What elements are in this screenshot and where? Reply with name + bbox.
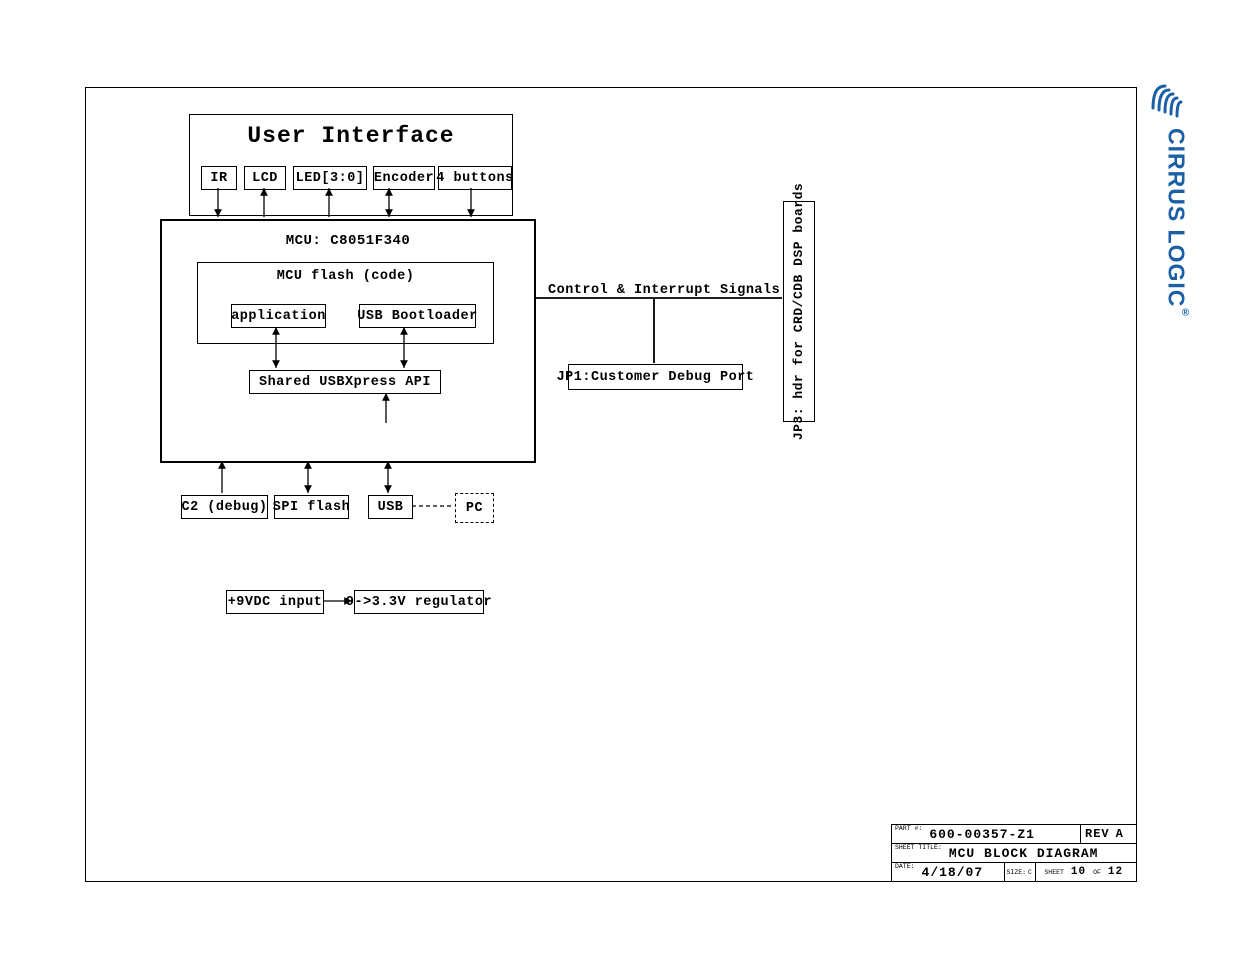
cirrus-logo-text: CIRRUS LOGIC®: [1162, 128, 1191, 319]
tb-date-label: DATE:: [892, 863, 918, 870]
mcu-title: MCU: C8051F340: [162, 233, 534, 249]
ui-group-box: User Interface: [189, 114, 513, 216]
block-vin: +9VDC input: [226, 590, 324, 614]
tb-part-label: PART #:: [892, 825, 925, 832]
block-led: LED[3:0]: [293, 166, 367, 190]
block-usb-bootloader: USB Bootloader: [359, 304, 476, 328]
tb-size-label: SIZE:: [1005, 869, 1029, 876]
block-c2-debug: C2 (debug): [181, 495, 268, 519]
tb-sheet-of: OF: [1093, 869, 1101, 876]
tb-date: 4/18/07: [918, 865, 1004, 880]
tb-sheet-title: MCU BLOCK DIAGRAM: [945, 846, 1103, 861]
block-spi-flash: SPI flash: [274, 495, 349, 519]
tb-sheet-label: SHEET: [1044, 869, 1064, 876]
flash-group: MCU flash (code): [197, 262, 494, 344]
block-buttons: 4 buttons: [438, 166, 512, 190]
cirrus-logo-icon: [1143, 78, 1191, 126]
block-application: application: [231, 304, 326, 328]
ui-title: User Interface: [190, 123, 512, 149]
block-ir: IR: [201, 166, 237, 190]
block-encoder: Encoder: [373, 166, 435, 190]
title-block: PART #: 600-00357-Z1 REV A SHEET TITLE: …: [891, 824, 1136, 881]
drawing-sheet: User Interface IR LCD LED[3:0] Encoder 4…: [85, 87, 1137, 882]
tb-sheet-title-label: SHEET TITLE:: [892, 844, 945, 851]
flash-title: MCU flash (code): [198, 269, 493, 284]
block-pc: PC: [455, 493, 494, 523]
tb-rev: A: [1114, 827, 1128, 841]
tb-part-no: 600-00357-Z1: [925, 827, 1080, 842]
tb-rev-label: REV: [1081, 827, 1114, 841]
block-jp1: JP1:Customer Debug Port: [568, 364, 743, 390]
block-jp3: JP3: hdr for CRD/CDB DSP boards: [783, 201, 815, 422]
block-lcd: LCD: [244, 166, 286, 190]
block-usb: USB: [368, 495, 413, 519]
tb-size: C: [1028, 869, 1032, 876]
label-control-signals: Control & Interrupt Signals: [548, 283, 780, 298]
tb-sheet-cur: 10: [1067, 866, 1090, 878]
jp3-text: JP3: hdr for CRD/CDB DSP boards: [792, 183, 807, 440]
block-shared-api: Shared USBXpress API: [249, 370, 441, 394]
tb-sheet-tot: 12: [1104, 866, 1127, 878]
block-regulator: 9->3.3V regulator: [354, 590, 484, 614]
